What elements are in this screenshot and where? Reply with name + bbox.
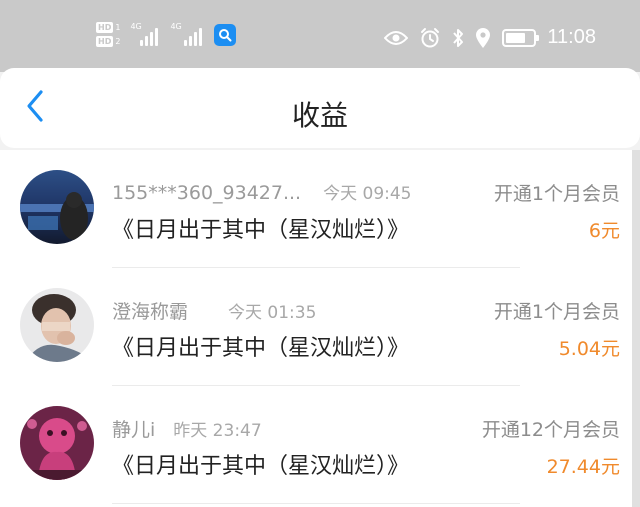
divider [112, 503, 520, 504]
signal-icon: 4G [130, 21, 160, 46]
bluetooth-icon [452, 27, 464, 49]
network-type-2: 4G [170, 21, 182, 31]
earning-amount: 27.44元 [546, 456, 620, 478]
search-app-icon [214, 23, 237, 46]
signal-bar [155, 27, 159, 46]
membership-description: 开通12个月会员 [481, 419, 620, 441]
sim1-indicator: HD 1 [96, 22, 120, 33]
battery-level [506, 32, 525, 43]
signal-bar [145, 35, 149, 46]
status-left: HD 1 HD 2 4G 4G [96, 21, 237, 47]
page-header: 收益 [0, 68, 640, 148]
hd1-badge: HD [96, 22, 114, 33]
book-title: 《日月出于其中（星汉灿烂）》 [112, 336, 410, 361]
avatar [20, 288, 94, 362]
status-time: 11:08 [547, 26, 596, 48]
book-title: 《日月出于其中（星汉灿烂）》 [112, 454, 410, 479]
battery-icon [502, 28, 540, 47]
earning-amount: 5.04元 [558, 338, 620, 360]
signal-bar [184, 39, 188, 46]
signal-bar [140, 39, 144, 46]
status-right: 11:08 [384, 26, 596, 49]
signal-bar [189, 35, 193, 46]
sim-indicators: HD 1 HD 2 [96, 22, 120, 47]
timestamp: 昨天 23:47 [173, 421, 262, 441]
timestamp: 今天 01:35 [228, 303, 317, 323]
avatar [20, 170, 94, 244]
signal-icon: 4G [170, 21, 204, 46]
timestamp: 今天 09:45 [323, 184, 412, 204]
user-line: 静儿i 昨天 23:47 [112, 415, 262, 442]
book-title: 《日月出于其中（星汉灿烂）》 [112, 218, 410, 243]
earning-amount: 6元 [588, 220, 620, 242]
list-item[interactable]: 155***360_93427... 今天 09:45 《日月出于其中（星汉灿烂… [0, 150, 632, 268]
username: 澄海称霸 [112, 301, 189, 323]
signal-bar [194, 31, 198, 46]
status-bar: HD 1 HD 2 4G 4G 11:08 [0, 0, 640, 72]
membership-description: 开通1个月会员 [493, 301, 620, 323]
user-line: 155***360_93427... 今天 09:45 [112, 179, 412, 204]
alarm-icon [419, 27, 441, 49]
earnings-list: 155***360_93427... 今天 09:45 《日月出于其中（星汉灿烂… [0, 150, 632, 507]
hd2-badge: HD [96, 36, 114, 47]
avatar [20, 406, 94, 480]
signal-bar [150, 31, 154, 46]
hd2-number: 2 [115, 37, 121, 46]
location-icon [475, 27, 491, 49]
membership-description: 开通1个月会员 [493, 183, 620, 205]
network-type-1: 4G [130, 21, 142, 31]
scrollbar[interactable] [632, 150, 640, 507]
page-title: 收益 [291, 99, 348, 132]
list-item[interactable]: 澄海称霸 今天 01:35 《日月出于其中（星汉灿烂）》 开通1个月会员 5.0… [0, 268, 632, 386]
sim2-indicator: HD 2 [96, 36, 120, 47]
username: 静儿i [112, 419, 156, 441]
eye-icon [384, 30, 409, 46]
list-item[interactable]: 静儿i 昨天 23:47 《日月出于其中（星汉灿烂）》 开通12个月会员 27.… [0, 386, 632, 504]
hd1-number: 1 [115, 23, 121, 32]
username: 155***360_93427... [112, 182, 302, 204]
user-line: 澄海称霸 今天 01:35 [112, 297, 316, 324]
signal-bar [199, 27, 203, 46]
